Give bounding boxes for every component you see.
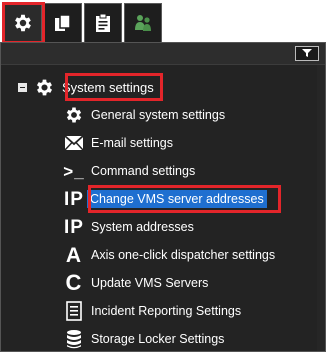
ip-icon: IP [64, 188, 84, 210]
vertical-scrollbar[interactable] [317, 65, 325, 351]
axis-logo-icon: A [65, 243, 83, 267]
ip-icon: IP [64, 216, 84, 238]
tree-item-general-system-settings[interactable]: General system settings [63, 101, 225, 129]
terminal-prompt-icon: >_ [63, 161, 85, 181]
tab-views[interactable] [44, 3, 82, 42]
tab-settings[interactable] [4, 3, 42, 42]
tree-item-label: Storage Locker Settings [91, 332, 225, 346]
gear-icon [63, 104, 85, 126]
people-icon [132, 12, 154, 34]
tree-item-system-addresses[interactable]: IP System addresses [63, 213, 194, 241]
gear-icon [12, 12, 34, 34]
tree-item-update-vms-servers[interactable]: C Update VMS Servers [63, 269, 209, 297]
settings-tree-panel: System settings General system settings … [0, 42, 326, 352]
envelope-icon [63, 132, 85, 154]
tree-item-label: E-mail settings [91, 136, 173, 150]
tree-item-label: General system settings [91, 108, 226, 122]
filter-button[interactable] [295, 46, 319, 61]
tree-toolbar [1, 43, 325, 65]
tree-item-label: Command settings [91, 164, 196, 178]
tab-tasks[interactable] [84, 3, 122, 42]
tree-item-storage-locker-settings[interactable]: Storage Locker Settings [63, 325, 224, 353]
tree-item-label: Incident Reporting Settings [91, 304, 242, 318]
tree-root-system-settings[interactable]: System settings [18, 73, 154, 101]
tree-item-email-settings[interactable]: E-mail settings [63, 129, 173, 157]
tree-item-label: Axis one-click dispatcher settings [91, 248, 276, 262]
tree-item-incident-reporting-settings[interactable]: Incident Reporting Settings [63, 297, 241, 325]
tree-item-label: System addresses [91, 220, 194, 234]
tree-item-label: Change VMS server addresses [87, 190, 267, 208]
tree-item-label: Update VMS Servers [91, 276, 209, 290]
filter-funnel-icon [301, 45, 313, 63]
tree-item-axis-one-click-dispatcher-settings[interactable]: A Axis one-click dispatcher settings [63, 241, 275, 269]
collapse-toggle-icon[interactable] [18, 82, 27, 92]
refresh-icon: C [65, 270, 83, 295]
tab-users[interactable] [124, 3, 162, 42]
tree-root-label: System settings [62, 79, 154, 95]
tree-item-change-vms-server-addresses[interactable]: IP Change VMS server addresses [63, 185, 267, 213]
clipboard-icon [93, 13, 113, 33]
report-list-icon [63, 300, 85, 322]
tree-item-command-settings[interactable]: >_ Command settings [63, 157, 195, 185]
copy-pages-icon [53, 13, 73, 33]
gear-icon [33, 76, 55, 98]
settings-window: System settings General system settings … [0, 0, 332, 352]
database-icon [63, 328, 85, 350]
tab-strip [0, 0, 332, 44]
